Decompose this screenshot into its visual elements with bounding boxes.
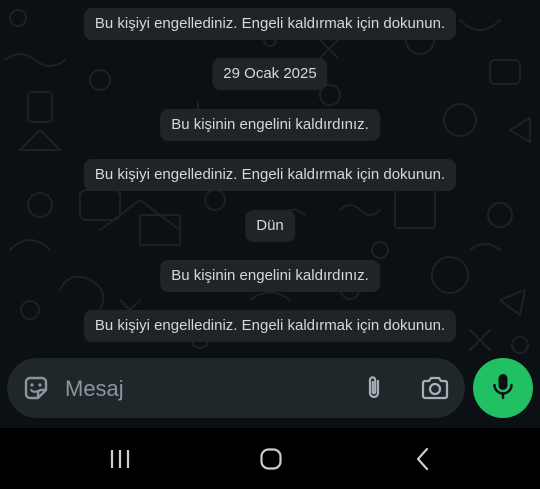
sticker-emoji-icon[interactable] — [21, 373, 51, 403]
message-input[interactable] — [63, 372, 347, 406]
system-message-unblocked: Bu kişinin engelini kaldırdınız. — [160, 109, 380, 141]
paperclip-icon[interactable] — [359, 373, 389, 403]
system-navigation-bar — [0, 428, 540, 489]
voice-record-button[interactable] — [473, 358, 533, 418]
system-message-blocked[interactable]: Bu kişiyi engellediniz. Engeli kaldırmak… — [83, 159, 457, 191]
chat-area: Bu kişiyi engellediniz. Engeli kaldırmak… — [0, 0, 540, 428]
recent-apps-icon[interactable] — [96, 442, 144, 476]
home-icon[interactable] — [247, 442, 295, 476]
date-separator: 29 Ocak 2025 — [212, 58, 328, 90]
camera-icon[interactable] — [419, 373, 451, 403]
back-icon[interactable] — [399, 442, 447, 476]
microphone-icon — [490, 371, 516, 406]
system-message-blocked[interactable]: Bu kişiyi engellediniz. Engeli kaldırmak… — [83, 8, 457, 40]
system-message-blocked[interactable]: Bu kişiyi engellediniz. Engeli kaldırmak… — [83, 310, 457, 342]
system-message-unblocked: Bu kişinin engelini kaldırdınız. — [160, 260, 380, 292]
date-separator: Dün — [245, 210, 295, 242]
message-composer — [7, 358, 465, 418]
